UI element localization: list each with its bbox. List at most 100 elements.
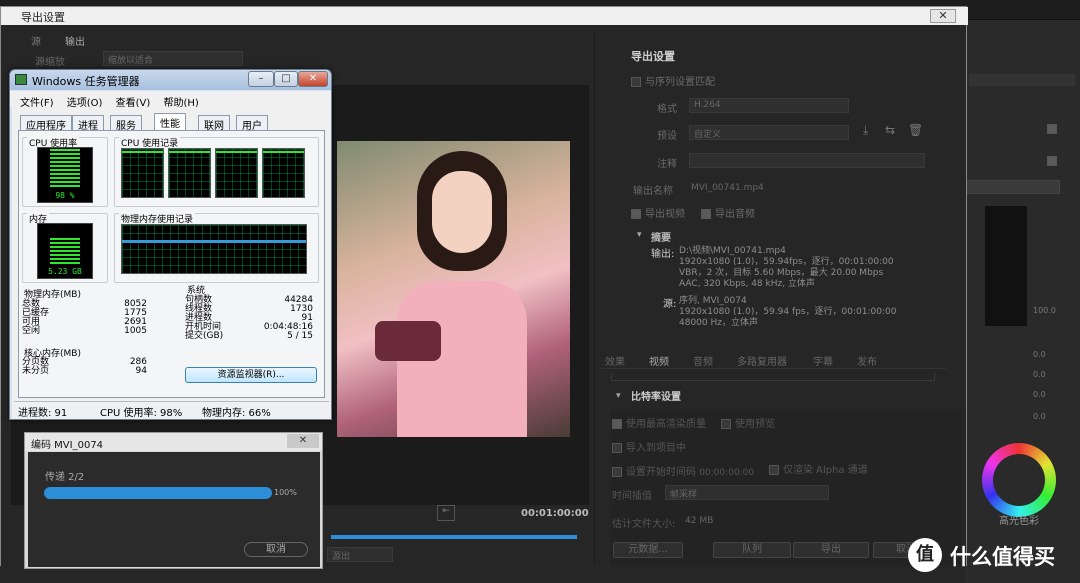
export-button[interactable]: 导出	[793, 542, 869, 558]
memory-group: 内存 5.23 GB	[22, 212, 108, 283]
match-sequence-checkbox[interactable]	[631, 77, 641, 87]
max-quality-checkbox[interactable]	[612, 419, 622, 429]
output-name-label: 输出名称	[633, 186, 673, 197]
maximize-button[interactable]: □	[274, 71, 298, 87]
right-panel-strip	[969, 74, 1075, 86]
summary-output-label: 输出:	[651, 249, 675, 260]
export-audio-checkbox[interactable]	[701, 209, 711, 219]
export-audio-label: 导出音频	[715, 209, 755, 220]
estimated-size-label: 估计文件大小:	[612, 519, 676, 530]
cpu-core-4-graph	[262, 148, 305, 198]
encode-dialog-close-button[interactable]: ✕	[287, 434, 319, 448]
encode-cancel-button[interactable]: 取消	[244, 542, 308, 557]
export-dialog-close-button[interactable]: ✕	[930, 9, 956, 23]
tab-effects[interactable]: 效果	[605, 353, 625, 368]
highlight-color-label: 高光色彩	[999, 516, 1039, 527]
cpu-usage-meter: 98 %	[37, 147, 93, 203]
encode-progress-text: 100%	[274, 488, 297, 497]
export-dialog-title-text: 导出设置	[21, 11, 65, 24]
system-row: 提交(GB) 5 / 15	[185, 331, 313, 341]
source-scaling-select[interactable]: 缩放以适合	[103, 51, 243, 66]
tab-audio[interactable]: 音频	[693, 353, 713, 368]
import-project-row[interactable]: 导入到项目中	[612, 439, 686, 454]
cpu-history-group: CPU 使用记录	[114, 136, 319, 207]
summary-source: 序列, MVI_0074 1920x1080 (1.0)，59.94 fps，逐…	[679, 296, 896, 329]
encode-dialog: 编码 MVI_0074 ✕ 传递 2/2 100% 取消	[24, 432, 323, 569]
render-alpha-checkbox[interactable]	[769, 465, 779, 475]
minimize-button[interactable]: –	[248, 71, 274, 87]
right-panel-checkbox-1[interactable]	[1047, 124, 1057, 134]
physical-memory-group: 物理内存(MB) 总数 8052 已缓存 1775 可用 2691 空闲 1005	[22, 287, 174, 344]
range-select[interactable]: 源出	[327, 547, 393, 562]
delete-preset-icon[interactable]: 🗑	[908, 123, 923, 137]
export-video-row[interactable]: 导出视频	[631, 205, 685, 220]
cpu-core-3-graph	[215, 148, 258, 198]
match-sequence-label: 与序列设置匹配	[645, 77, 715, 88]
start-timecode-row[interactable]: 设置开始时间码 00:00:00:00	[612, 463, 754, 478]
memory-history-graph	[121, 224, 307, 274]
tab-publish[interactable]: 发布	[857, 353, 877, 368]
format-select[interactable]: H.264	[689, 98, 849, 113]
max-quality-row[interactable]: 使用最高渲染质量	[612, 415, 706, 430]
render-alpha-row[interactable]: 仅渲染 Alpha 通道	[769, 461, 868, 476]
start-timecode-value: 00:00:00:00	[699, 468, 755, 478]
status-processes: 进程数: 91	[18, 408, 68, 419]
cpu-core-2-graph	[168, 148, 211, 198]
right-panel-dropdown[interactable]	[965, 180, 1060, 194]
metadata-button[interactable]: 元数据...	[613, 542, 683, 558]
import-preset-icon[interactable]: ⇆	[885, 123, 895, 137]
bitrate-toggle-icon[interactable]: ▾	[616, 391, 621, 401]
tab-applications[interactable]: 应用程序	[20, 115, 72, 132]
tab-video[interactable]: 视频	[649, 353, 669, 368]
right-panel-value-2: 0.0	[1033, 370, 1046, 379]
range-value: 源出	[332, 552, 351, 562]
summary-output-line-3: VBR，2 次，目标 5.60 Mbps，最大 20.00 Mbps	[679, 268, 884, 278]
match-sequence-row[interactable]: 与序列设置匹配	[631, 73, 715, 88]
task-manager-statusbar: 进程数: 91 CPU 使用率: 98% 物理内存: 66%	[14, 401, 329, 419]
summary-toggle-icon[interactable]: ▾	[637, 230, 642, 240]
right-panel-scale: 100.0	[1033, 306, 1056, 315]
tab-performance[interactable]: 性能	[154, 113, 186, 130]
estimated-size-value: 42 MB	[685, 516, 714, 526]
output-name-link[interactable]: MVI_00741.mp4	[691, 183, 764, 193]
summary-source-line-2: 1920x1080 (1.0)，59.94 fps，逐行，00:01:00:00	[679, 307, 897, 317]
task-manager-title: Windows 任务管理器	[32, 75, 140, 88]
use-previews-label: 使用预览	[735, 419, 775, 430]
export-video-checkbox[interactable]	[631, 209, 641, 219]
export-audio-row[interactable]: 导出音频	[701, 205, 755, 220]
time-interpolation-select[interactable]: 帧采样	[665, 485, 829, 500]
tab-multiplexer[interactable]: 多路复用器	[737, 353, 787, 368]
right-panel-checkbox-2[interactable]	[1047, 156, 1057, 166]
summary-source-line-1: 序列, MVI_0074	[679, 296, 747, 306]
close-button[interactable]: ✕	[298, 71, 328, 87]
start-timecode-checkbox[interactable]	[612, 467, 622, 477]
video-preview-image	[337, 141, 570, 437]
timecode-display: 00:01:00:00	[521, 508, 589, 519]
resource-monitor-button[interactable]: 资源监视器(R)...	[185, 367, 317, 383]
summary-output-line-4: AAC, 320 Kbps, 48 kHz, 立体声	[679, 279, 815, 289]
lower-scroll-area	[611, 373, 935, 381]
tab-networking[interactable]: 联网	[198, 115, 230, 132]
tab-source[interactable]: 源	[31, 33, 41, 48]
tab-users[interactable]: 用户	[236, 115, 268, 132]
memory-history-line	[122, 240, 306, 243]
range-icon[interactable]: ⇤	[437, 505, 455, 521]
tab-services[interactable]: 服务	[110, 115, 142, 132]
save-preset-icon[interactable]: ⤓	[863, 123, 868, 138]
preset-select[interactable]: 自定义	[689, 125, 849, 140]
use-previews-checkbox[interactable]	[721, 419, 731, 429]
tab-output[interactable]: 输出	[65, 33, 85, 48]
timeline-bar[interactable]	[331, 535, 577, 539]
tab-processes[interactable]: 进程	[72, 115, 104, 132]
color-wheel[interactable]	[982, 443, 1056, 517]
pass-label: 传递 2/2	[45, 472, 85, 483]
queue-button[interactable]: 队列	[713, 542, 791, 558]
system-list: 句柄数 44284 线程数 1730 进程数 91 开机时间 0:04:48:16 提交…	[185, 296, 313, 341]
tab-captions[interactable]: 字幕	[813, 353, 833, 368]
comments-input[interactable]	[689, 153, 925, 168]
source-scaling-value: 缩放以适合	[108, 56, 154, 66]
use-previews-row[interactable]: 使用预览	[721, 415, 775, 430]
import-project-checkbox[interactable]	[612, 443, 622, 453]
encode-progress-fill	[44, 487, 272, 499]
task-manager-client: 应用程序 进程 服务 性能 联网 用户 CPU 使用率 98 % CPU 使用记…	[12, 107, 331, 419]
